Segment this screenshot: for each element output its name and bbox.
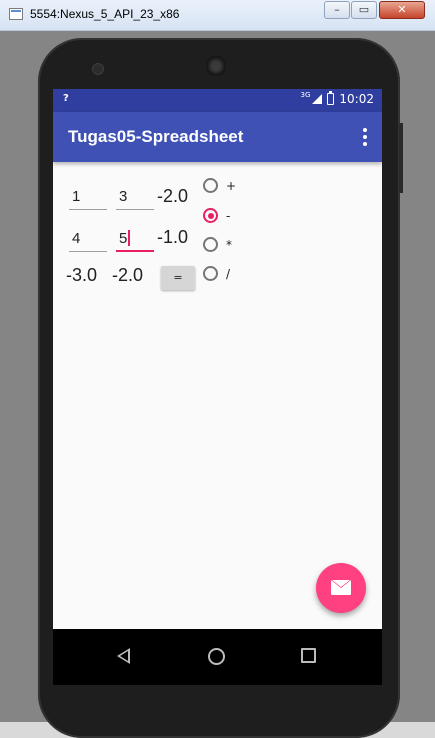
notification-icon: ? [63,93,69,104]
app-window-icon [9,8,23,20]
radio-plus[interactable]: + [203,178,236,193]
network-type: 3G [300,91,311,99]
radio-label: + [226,178,237,193]
radio-label: - [226,208,231,223]
equals-button[interactable]: = [161,266,195,290]
app-title: Tugas05-Spreadsheet [68,127,244,146]
cell-c1-result: -2.0 [157,186,189,206]
minimize-button[interactable]: – [324,1,350,19]
side-button[interactable] [399,123,403,193]
cell-c2-result: -1.0 [157,227,189,247]
radio-circle [203,178,218,193]
close-button[interactable]: ✕ [379,1,425,19]
cell-b2-value: 5 [119,230,128,247]
device-screen: ? 3G 10:02 Tugas05-Spreadsheet 1 3 -2.0 [53,89,382,685]
cell-a1-input[interactable]: 1 [69,184,107,210]
radio-circle [203,208,218,223]
phone-device: ? 3G 10:02 Tugas05-Spreadsheet 1 3 -2.0 [38,38,403,738]
cell-b3-result: -2.0 [112,265,144,285]
spreadsheet-content: 1 3 -2.0 4 5 -1.0 -3.0 -2.0 = + - * / [53,162,382,629]
status-time: 10:02 [339,92,374,106]
radio-multiply[interactable]: * [203,237,232,252]
radio-divide[interactable]: / [203,266,230,281]
text-cursor [128,230,130,246]
status-bar: ? 3G 10:02 [53,89,382,112]
cell-b2-input[interactable]: 5 [116,226,154,252]
cell-b1-input[interactable]: 3 [116,184,154,210]
radio-label: * [226,237,232,252]
mail-icon [331,580,351,595]
cell-a2-input[interactable]: 4 [69,226,107,252]
battery-icon [327,91,335,105]
app-bar: Tugas05-Spreadsheet [53,112,382,162]
signal-icon [312,94,323,104]
emulator-frame: ? 3G 10:02 Tugas05-Spreadsheet 1 3 -2.0 [0,31,435,738]
navigation-bar [53,629,382,685]
back-icon[interactable] [117,648,130,664]
radio-minus[interactable]: - [203,208,230,223]
window-title-bar: 5554:Nexus_5_API_23_x86 – ▭ ✕ [0,0,435,31]
camera-icon [92,63,104,75]
speaker-icon [206,56,226,76]
cell-a3-result: -3.0 [66,265,98,285]
radio-circle [203,266,218,281]
mail-fab-button[interactable] [316,563,366,613]
radio-circle [203,237,218,252]
window-title: 5554:Nexus_5_API_23_x86 [30,7,180,21]
radio-label: / [226,266,231,281]
more-vert-icon[interactable] [356,126,374,148]
home-icon[interactable] [208,648,225,665]
recent-apps-icon[interactable] [301,648,316,663]
maximize-button[interactable]: ▭ [351,1,377,19]
